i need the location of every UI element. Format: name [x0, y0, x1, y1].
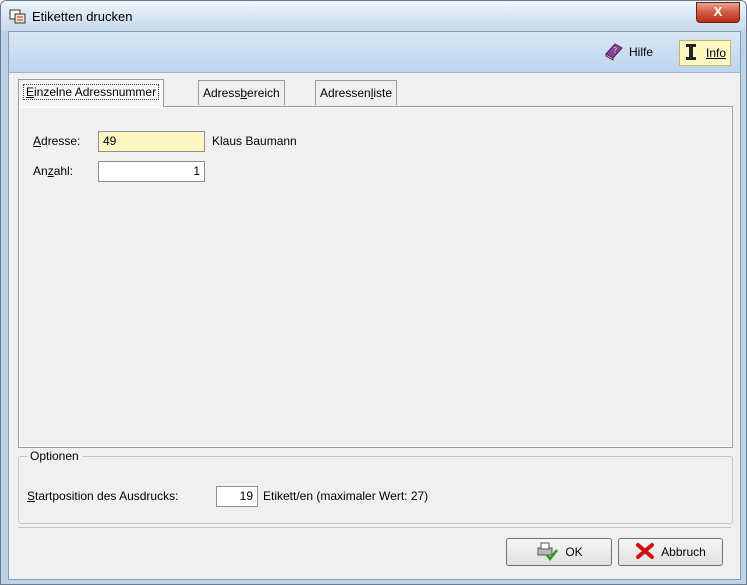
cancel-button[interactable]: Abbruch: [618, 538, 723, 566]
options-group: Optionen Startposition des Ausdrucks: 19…: [18, 449, 733, 524]
options-title: Optionen: [27, 449, 82, 463]
help-button[interactable]: ? Hilfe: [599, 40, 657, 64]
startposition-label: Startposition des Ausdrucks:: [27, 489, 179, 503]
tab-adressbereich[interactable]: Adressbereich: [198, 80, 285, 105]
tab-panel: Adresse: 49 Klaus Baumann Anzahl: 1: [18, 106, 733, 448]
info-button[interactable]: Info: [679, 40, 732, 66]
startposition-hint: Etikett/en (maximaler Wert: 27): [263, 489, 429, 503]
address-name-display: Klaus Baumann: [212, 134, 297, 148]
tab-adressenliste[interactable]: Adressenliste: [315, 80, 398, 105]
labels-app-icon: [9, 8, 27, 24]
anzahl-input[interactable]: 1: [98, 161, 205, 182]
dialog-content: ? Hilfe Info Einzelne Adressnummer Adres…: [8, 31, 741, 580]
cancel-label: Abbruch: [661, 545, 706, 559]
anzahl-label: Anzahl:: [33, 164, 74, 178]
close-button[interactable]: X: [696, 2, 740, 23]
ok-label: OK: [565, 545, 583, 559]
cancel-x-icon: [635, 541, 655, 564]
info-label: Info: [706, 46, 727, 60]
printer-check-icon: [535, 541, 559, 564]
title-bar: Etiketten drucken X: [1, 1, 746, 31]
svg-text:?: ?: [613, 46, 617, 55]
window-title: Etiketten drucken: [32, 9, 133, 24]
help-label: Hilfe: [629, 45, 654, 59]
tab-einzelne-adressnummer[interactable]: Einzelne Adressnummer: [18, 79, 165, 107]
dialog-window: Etiketten drucken X ? Hilfe Info Einzeln…: [0, 0, 747, 585]
adresse-label: Adresse:: [33, 134, 81, 148]
toolbar: ? Hilfe Info: [9, 32, 740, 73]
adresse-input[interactable]: 49: [98, 131, 205, 152]
button-bar: OK Abbruch: [18, 527, 731, 572]
ok-button[interactable]: OK: [506, 538, 612, 566]
help-book-icon: ?: [603, 41, 625, 64]
tab-label-einzelne: Einzelne Adressnummer: [23, 84, 160, 100]
info-icon: [684, 43, 698, 64]
startposition-input[interactable]: 19: [216, 486, 258, 507]
